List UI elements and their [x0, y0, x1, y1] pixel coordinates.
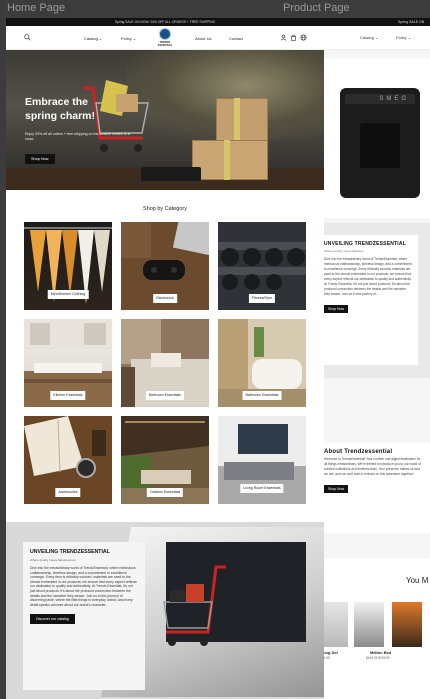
site-logo[interactable]: TRENDZ ESSENTIAL — [154, 28, 176, 48]
category-tile-fitness[interactable]: Fitness/Gym — [218, 222, 306, 310]
globe-icon[interactable] — [300, 34, 307, 41]
hero-title-line2: spring charm! — [25, 110, 96, 122]
category-tile-outdoor[interactable]: Outdoor Essentials — [121, 416, 209, 504]
logo-mark — [159, 28, 171, 40]
phone-image — [141, 167, 201, 181]
about-shop-now-button[interactable]: Shop Now — [324, 485, 349, 493]
hero-title-line1: Embrace the — [25, 96, 89, 108]
about-title: About Trendzessential — [324, 449, 393, 455]
canvas: Home Page Product Page Spring SALE ON Ca… — [0, 0, 430, 699]
product-about-section: UNVEILING TRENDZESSENTIAL Where quality … — [318, 223, 430, 378]
machine-slot — [360, 123, 400, 168]
recommendations-section: You M Dining Set $399.99 Million Bed $44… — [318, 558, 430, 699]
about-text: Welcome to TrendzEssential! Your number … — [324, 457, 421, 476]
search-icon[interactable] — [24, 34, 31, 41]
account-icon[interactable] — [280, 34, 287, 41]
category-tile-bedroom[interactable]: Bedroom Essentials — [121, 319, 209, 407]
category-tile-bathroom[interactable]: Bathroom Essentials — [218, 319, 306, 407]
product-shop-now-button[interactable]: Shop Now — [324, 305, 349, 313]
product-menu-policy[interactable]: Policy ⌄ — [396, 35, 411, 40]
category-tile-clothing[interactable]: Men/Women Clothing — [24, 222, 112, 310]
category-label[interactable]: Bathroom Essentials — [242, 391, 282, 400]
category-tile-living-room[interactable]: Living Room Essentials — [218, 416, 306, 504]
category-tile-kitchen[interactable]: Kitchen Essentials — [24, 319, 112, 407]
site-header: Catalog ⌄ Policy ⌄ TRENDZ ESSENTIAL Abou… — [6, 26, 324, 50]
product-topbar: Spring SALE ON — [318, 18, 430, 26]
shopping-cart-image — [83, 80, 149, 152]
about-section: About Trendzessential Welcome to TrendzE… — [318, 443, 430, 533]
category-label[interactable]: Living Room Essentials — [240, 484, 284, 493]
hero-text: Enjoy 20% off all orders + free shipping… — [25, 132, 130, 141]
hero-banner: Embrace the spring charm! Enjoy 20% off a… — [6, 50, 324, 190]
discover-catalog-button[interactable]: Discover our catalog — [30, 614, 75, 625]
product-card-image[interactable] — [354, 602, 384, 647]
product-header: Catalog ⌄ Policy ⌄ — [318, 26, 430, 50]
home-page-label: Home Page — [7, 2, 66, 14]
package-box — [192, 140, 268, 180]
category-label[interactable]: Accessories — [55, 488, 81, 497]
menu-catalog[interactable]: Catalog ⌄ — [84, 36, 102, 41]
product-page-frame: Spring SALE ON Catalog ⌄ Policy ⌄ SMEG U… — [318, 18, 430, 699]
category-tile-electronics[interactable]: Electronics — [121, 222, 209, 310]
menu-about-us[interactable]: About Us — [195, 36, 211, 41]
category-tile-accessories[interactable]: Accessories — [24, 416, 112, 504]
category-label[interactable]: Men/Women Clothing — [47, 290, 89, 299]
category-label[interactable]: Fitness/Gym — [248, 294, 276, 303]
hero-title: Embrace the spring charm! — [25, 95, 95, 123]
product-about-card: UNVEILING TRENDZESSENTIAL Where quality … — [318, 235, 418, 365]
mini-cart-image — [163, 565, 226, 646]
about-card-title: UNVEILING TRENDZESSENTIAL — [30, 549, 110, 555]
cart-icon[interactable] — [290, 34, 297, 41]
category-label[interactable]: Electronics — [153, 294, 177, 303]
product-about-title: UNVEILING TRENDZESSENTIAL — [324, 241, 406, 247]
home-page-frame: Spring SALE ON NOW: 20% OFF ALL ORDERS +… — [6, 18, 324, 699]
product-card-image[interactable] — [392, 602, 422, 647]
category-label[interactable]: Outdoor Essentials — [146, 488, 184, 497]
shop-now-button[interactable]: Shop Now — [25, 154, 55, 164]
product-about-sub: Where quality meets fabulous — [324, 249, 364, 253]
product-menu-catalog[interactable]: Catalog ⌄ — [360, 35, 378, 40]
category-label[interactable]: Bedroom Essentials — [146, 391, 184, 400]
product-page-label: Product Page — [283, 2, 350, 14]
about-banner: UNVEILING TRENDZESSENTIAL Where quality … — [6, 522, 324, 699]
machine-brand: SMEG — [345, 94, 415, 104]
about-card: UNVEILING TRENDZESSENTIAL Where quality … — [23, 542, 145, 690]
package-tape — [234, 98, 240, 146]
announcement-bar: Spring SALE ON NOW: 20% OFF ALL ORDERS +… — [6, 18, 324, 26]
product-price: $449.99 $399.99 — [366, 656, 390, 660]
category-grid: Men/Women Clothing Electronics Fitness/G… — [6, 222, 324, 512]
menu-contact[interactable]: Contact — [229, 36, 243, 41]
logo-text: TRENDZ ESSENTIAL — [157, 41, 173, 47]
recommendations-title: You M — [406, 576, 429, 585]
package-tape — [224, 140, 230, 180]
coffee-machine-image: SMEG — [340, 88, 420, 198]
about-card-text: Dive into the extraordinary world of Tre… — [30, 566, 137, 607]
package-box — [216, 98, 268, 146]
about-card-subtitle: Where quality meets fabulousness — [30, 558, 76, 562]
product-image: SMEG — [318, 58, 430, 218]
product-name[interactable]: Million Bed — [370, 650, 391, 655]
category-label[interactable]: Kitchen Essentials — [50, 391, 86, 400]
menu-policy[interactable]: Policy ⌄ — [121, 36, 136, 41]
product-about-text: Dive into the extraordinary world of Tre… — [324, 257, 412, 296]
category-section-title: Shop by Category — [142, 206, 188, 212]
